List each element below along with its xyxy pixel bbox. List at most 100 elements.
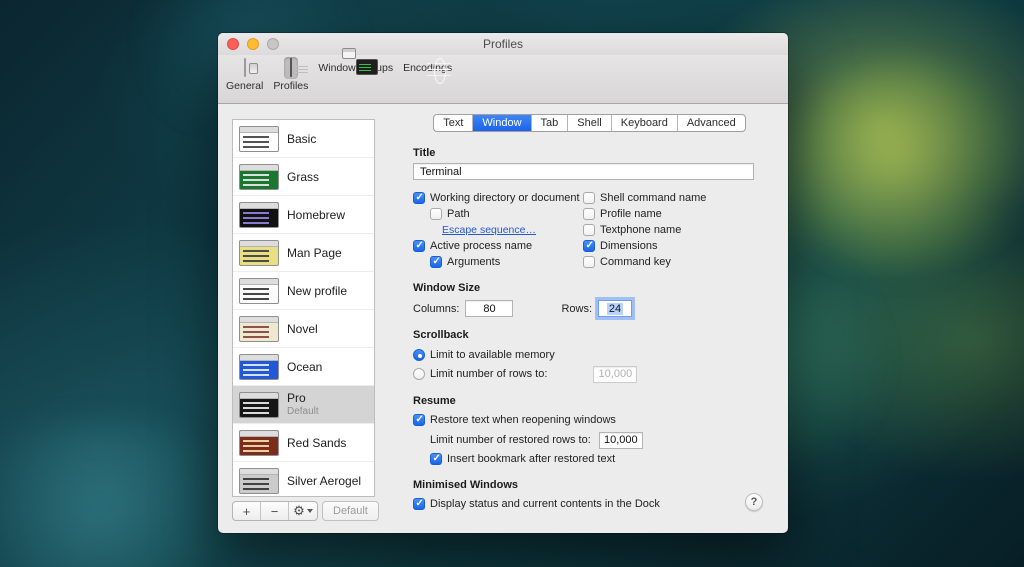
minimize-button[interactable] <box>247 38 259 50</box>
insert-bookmark-checkbox-row[interactable]: Insert bookmark after restored text <box>413 451 766 467</box>
dock-contents-checkbox-row[interactable]: Display status and current contents in t… <box>413 496 766 512</box>
checkbox[interactable] <box>583 192 595 204</box>
rows-label: Rows: <box>561 303 592 315</box>
checkbox[interactable] <box>583 256 595 268</box>
profile-actions-button[interactable]: ⚙ <box>289 502 317 520</box>
arguments-checkbox-row[interactable]: Arguments <box>413 254 583 270</box>
limit-rows-radio-row[interactable]: Limit number of rows to: 10,000 <box>413 365 766 383</box>
tab-text[interactable]: Text <box>434 115 472 131</box>
minimised-windows-heading: Minimised Windows <box>413 479 766 491</box>
window-title-input[interactable]: Terminal <box>413 163 754 180</box>
profile-row-new-profile[interactable]: New profile <box>233 272 374 310</box>
tab-advanced[interactable]: Advanced <box>677 115 745 131</box>
profile-name: Ocean <box>287 360 322 374</box>
toolbar-item-general[interactable]: General <box>226 57 263 92</box>
checkbox[interactable] <box>413 414 425 426</box>
scrollback-rows-input[interactable]: 10,000 <box>593 366 637 383</box>
profile-thumbnail <box>239 430 279 456</box>
checkbox[interactable] <box>430 256 442 268</box>
zoom-button[interactable] <box>267 38 279 50</box>
limit-memory-radio-row[interactable]: Limit to available memory <box>413 347 766 363</box>
profile-thumbnail <box>239 164 279 190</box>
active-process-checkbox-row[interactable]: Active process name <box>413 238 583 254</box>
shell-command-checkbox-row[interactable]: Shell command name <box>583 190 766 206</box>
close-button[interactable] <box>227 38 239 50</box>
toolbar: General Profiles Window Groups Encodings <box>218 55 788 104</box>
help-button[interactable]: ? <box>745 493 763 511</box>
traffic-lights <box>227 38 279 50</box>
profile-row-silver-aerogel[interactable]: Silver Aerogel <box>233 462 374 497</box>
textphone-name-checkbox-row[interactable]: Textphone name <box>583 222 766 238</box>
gear-icon: ⚙ <box>293 503 305 519</box>
checkbox[interactable] <box>413 240 425 252</box>
toolbar-item-encodings[interactable]: Encodings <box>403 57 452 74</box>
path-checkbox-row[interactable]: Path <box>413 206 583 222</box>
general-icon <box>244 58 246 77</box>
escape-sequence-link[interactable]: Escape sequence… <box>442 224 536 236</box>
tab-shell[interactable]: Shell <box>567 115 610 131</box>
profile-settings-panel: Text Window Tab Shell Keyboard Advanced … <box>400 113 774 521</box>
rows-value: 24 <box>607 303 623 315</box>
profile-row-pro[interactable]: Pro Default <box>233 386 374 424</box>
remove-profile-button[interactable]: − <box>261 502 289 520</box>
checkbox[interactable] <box>413 192 425 204</box>
checkbox-label: Command key <box>600 256 671 268</box>
tab-tab[interactable]: Tab <box>531 115 568 131</box>
profile-name: Silver Aerogel <box>287 474 361 488</box>
profile-row-basic[interactable]: Basic <box>233 120 374 158</box>
profile-thumbnail <box>239 468 279 494</box>
set-default-button[interactable]: Default <box>322 501 379 521</box>
desktop-wallpaper: Profiles General Profiles Window Groups … <box>0 0 1024 567</box>
restored-rows-label: Limit number of restored rows to: <box>430 434 591 446</box>
checkbox[interactable] <box>430 453 442 465</box>
profile-row-ocean[interactable]: Ocean <box>233 348 374 386</box>
profile-list-footer: + − ⚙ Default <box>232 500 392 522</box>
profile-name: Novel <box>287 322 318 336</box>
profiles-icon <box>290 58 292 77</box>
checkbox[interactable] <box>583 240 595 252</box>
radio-button[interactable] <box>413 349 425 361</box>
checkbox-label: Textphone name <box>600 224 681 236</box>
restored-rows-input[interactable]: 10,000 <box>599 432 643 449</box>
columns-value: 80 <box>483 303 495 315</box>
profile-row-red-sands[interactable]: Red Sands <box>233 424 374 462</box>
checkbox-label: Dimensions <box>600 240 657 252</box>
profile-row-man-page[interactable]: Man Page <box>233 234 374 272</box>
restored-rows-row: Limit number of restored rows to: 10,000 <box>413 431 766 449</box>
profile-thumbnail <box>239 240 279 266</box>
rows-input[interactable]: 24 <box>598 300 632 317</box>
title-options: Working directory or document Path Escap… <box>413 190 766 270</box>
checkbox-label: Insert bookmark after restored text <box>447 453 615 465</box>
toolbar-item-profiles[interactable]: Profiles <box>273 57 308 92</box>
wallpaper-blob <box>790 60 1020 270</box>
toolbar-label: General <box>226 80 263 92</box>
profile-row-grass[interactable]: Grass <box>233 158 374 196</box>
command-key-checkbox-row[interactable]: Command key <box>583 254 766 270</box>
profile-row-homebrew[interactable]: Homebrew <box>233 196 374 234</box>
checkbox[interactable] <box>583 224 595 236</box>
working-directory-checkbox-row[interactable]: Working directory or document <box>413 190 583 206</box>
columns-input[interactable]: 80 <box>465 300 513 317</box>
profile-thumbnail <box>239 316 279 342</box>
toolbar-item-window-groups[interactable]: Window Groups <box>318 57 393 74</box>
profile-name-checkbox-row[interactable]: Profile name <box>583 206 766 222</box>
restored-rows-value: 10,000 <box>604 434 638 446</box>
profile-name: Pro <box>287 392 319 405</box>
checkbox[interactable] <box>413 498 425 510</box>
add-profile-button[interactable]: + <box>233 502 261 520</box>
restore-text-checkbox-row[interactable]: Restore text when reopening windows <box>413 412 766 428</box>
tab-keyboard[interactable]: Keyboard <box>611 115 677 131</box>
radio-button[interactable] <box>413 368 425 380</box>
dimensions-checkbox-row[interactable]: Dimensions <box>583 238 766 254</box>
settings-tabs: Text Window Tab Shell Keyboard Advanced <box>433 114 746 132</box>
titlebar[interactable]: Profiles <box>218 33 788 55</box>
tab-window[interactable]: Window <box>472 115 530 131</box>
profile-name: New profile <box>287 284 347 298</box>
checkbox[interactable] <box>430 208 442 220</box>
profile-row-novel[interactable]: Novel <box>233 310 374 348</box>
chevron-down-icon <box>307 509 313 513</box>
profile-thumbnail <box>239 392 279 418</box>
checkbox-label: Shell command name <box>600 192 706 204</box>
profile-name: Homebrew <box>287 208 345 222</box>
checkbox[interactable] <box>583 208 595 220</box>
